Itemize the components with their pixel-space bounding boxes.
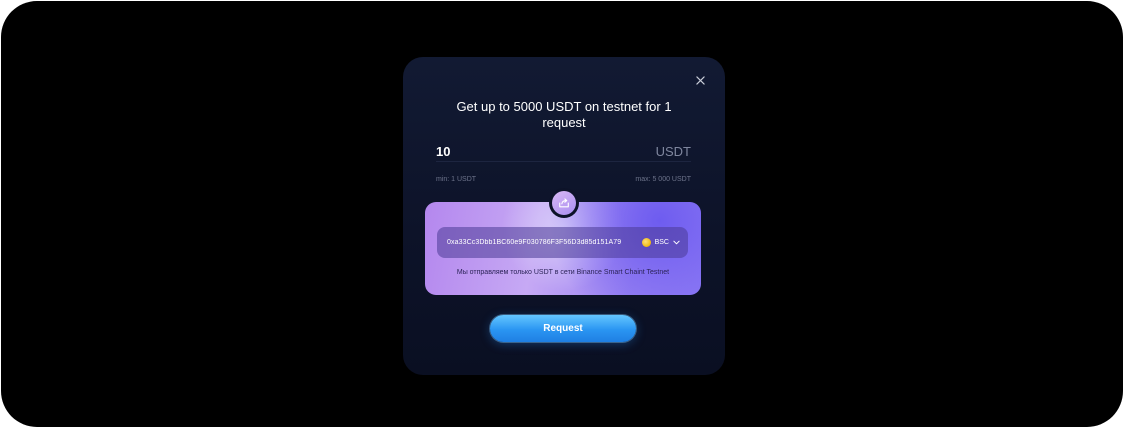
faucet-modal: Get up to 5000 USDT on testnet for 1 req…: [403, 57, 725, 375]
max-limit: max: 5 000 USDT: [635, 176, 691, 183]
close-button[interactable]: [691, 71, 709, 89]
amount-currency: USDT: [655, 143, 691, 159]
share-button[interactable]: [549, 188, 579, 218]
network-select[interactable]: BSC: [641, 238, 680, 247]
network-note: Мы отправляем только USDT в сети Binance…: [456, 269, 670, 276]
chevron-down-icon: [673, 240, 680, 245]
close-icon: [695, 75, 705, 85]
bnb-coin-icon: [641, 238, 651, 247]
request-button[interactable]: Request: [490, 315, 636, 342]
share-button-inner: [552, 191, 576, 215]
screen-frame: Get up to 5000 USDT on testnet for 1 req…: [1, 1, 1123, 427]
min-limit: min: 1 USDT: [436, 176, 477, 183]
network-label: BSC: [654, 239, 669, 246]
amount-limits: min: 1 USDT max: 5 000 USDT: [436, 176, 691, 183]
wallet-address[interactable]: 0xa33Cc3Dbb1BC60e9F030786F3F56D3d85d151A…: [447, 239, 636, 246]
amount-underline: [436, 161, 691, 162]
amount-input[interactable]: 10: [436, 144, 450, 159]
wallet-address-field[interactable]: 0xa33Cc3Dbb1BC60e9F030786F3F56D3d85d151A…: [437, 227, 688, 258]
amount-input-row[interactable]: 10 USDT: [436, 139, 691, 163]
modal-title: Get up to 5000 USDT on testnet for 1 req…: [456, 99, 672, 130]
share-icon: [559, 198, 569, 208]
